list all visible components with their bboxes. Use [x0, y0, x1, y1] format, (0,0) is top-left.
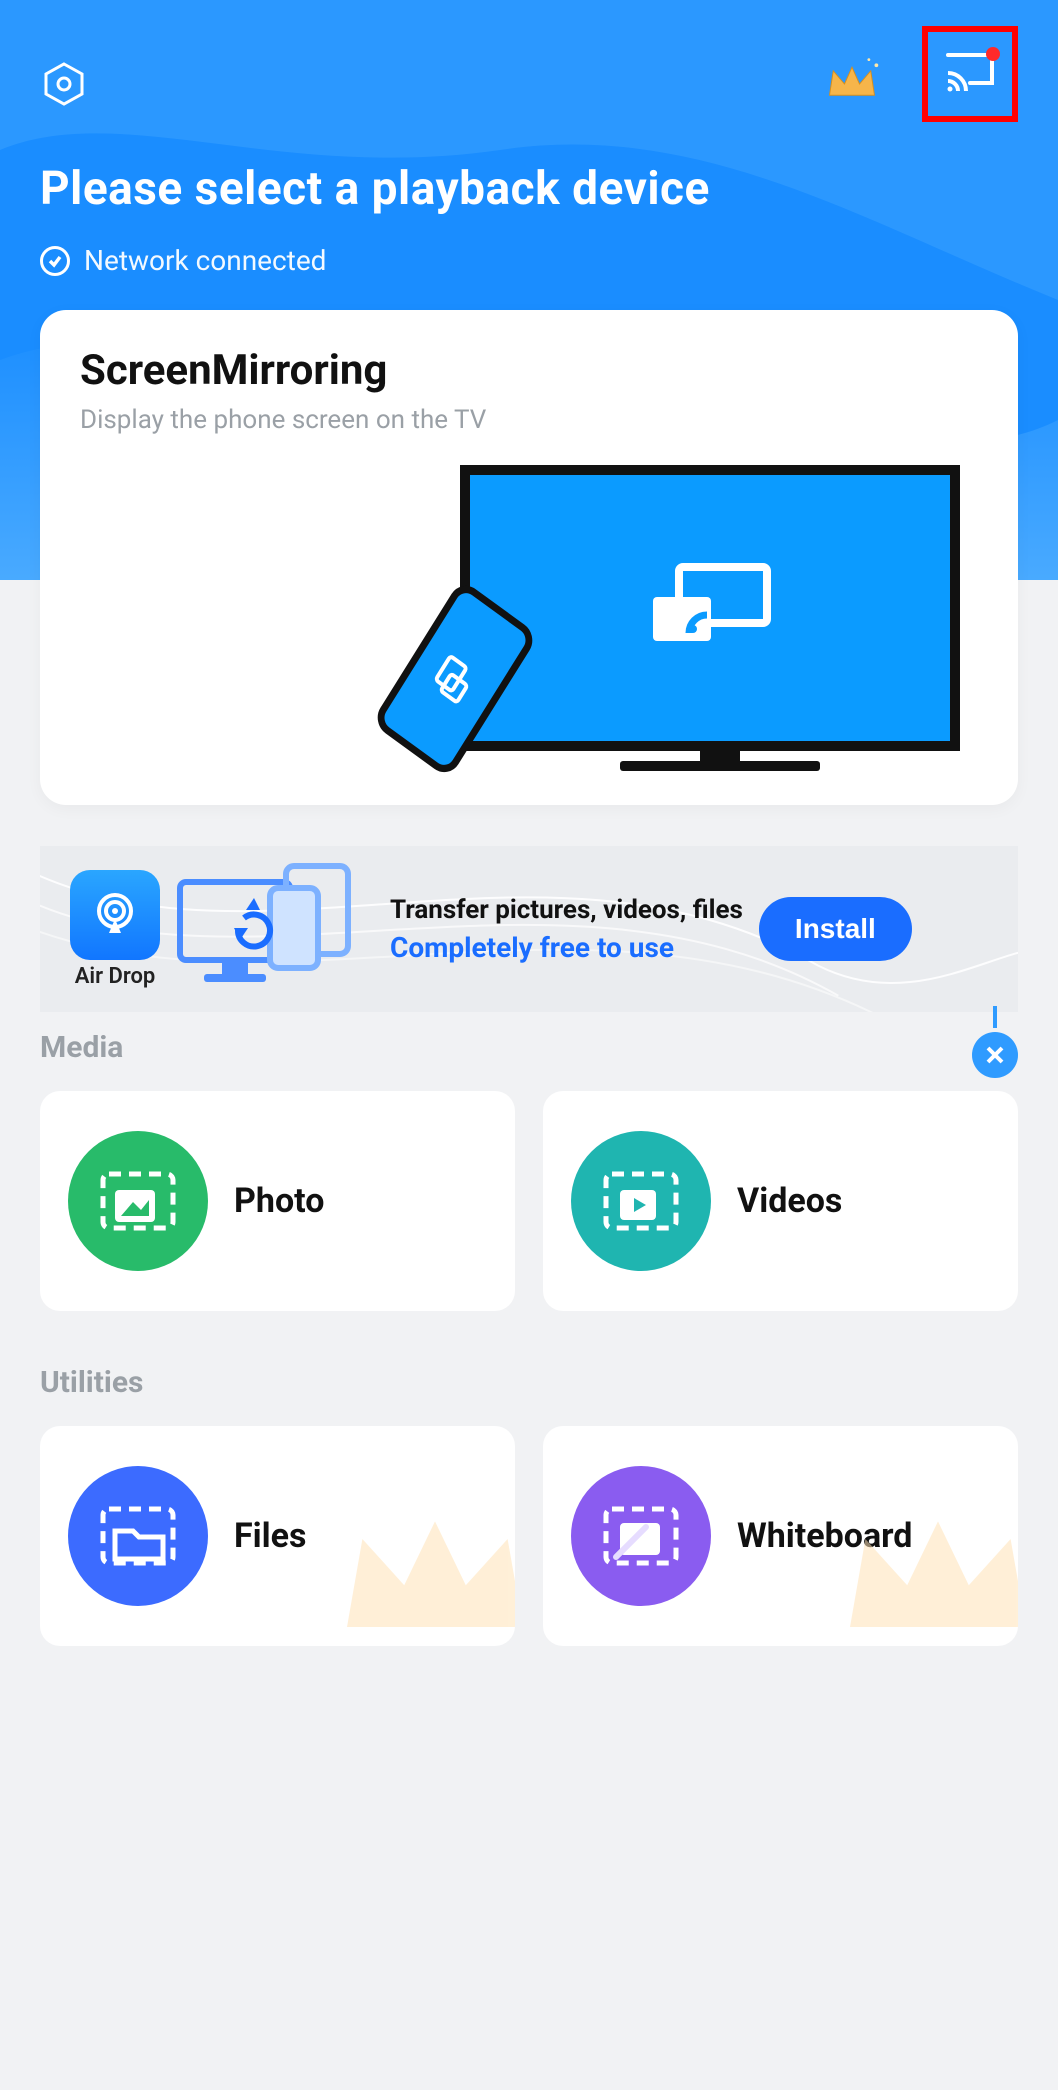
promo-line1: Transfer pictures, videos, files: [390, 895, 743, 925]
videos-label: Videos: [737, 1181, 842, 1221]
media-section-title: Media: [40, 1030, 1018, 1065]
whiteboard-tile[interactable]: Whiteboard: [543, 1426, 1018, 1646]
page-title: Please select a playback device: [40, 162, 1018, 216]
media-grid: Photo Videos: [40, 1091, 1018, 1311]
files-tile[interactable]: Files: [40, 1426, 515, 1646]
whiteboard-label: Whiteboard: [737, 1516, 912, 1556]
install-button[interactable]: Install: [759, 897, 912, 961]
photo-icon: [68, 1131, 208, 1271]
promo-line2: Completely free to use: [390, 931, 743, 964]
notification-dot: [986, 47, 1000, 61]
screen-mirroring-subtitle: Display the phone screen on the TV: [80, 405, 978, 435]
settings-icon[interactable]: [40, 60, 88, 112]
check-circle-icon: [40, 246, 70, 276]
crown-watermark: [325, 1462, 515, 1646]
whiteboard-icon: [571, 1466, 711, 1606]
cast-icon[interactable]: [944, 51, 996, 97]
airdrop-app: Air Drop: [56, 870, 174, 989]
utilities-section-title: Utilities: [40, 1365, 1018, 1400]
airdrop-promo-banner[interactable]: Air Drop Transfer pictures, videos, file…: [40, 846, 1018, 1012]
utilities-grid: Files Whiteboard: [40, 1426, 1018, 1646]
tv-graphic: [460, 465, 960, 751]
airdrop-label: Air Drop: [75, 964, 156, 989]
files-icon: [68, 1466, 208, 1606]
mirroring-illustration: [80, 445, 978, 785]
files-label: Files: [234, 1516, 306, 1556]
tv-cast-icon: [645, 561, 775, 655]
videos-icon: [571, 1131, 711, 1271]
videos-tile[interactable]: Videos: [543, 1091, 1018, 1311]
crown-icon[interactable]: [822, 54, 882, 118]
photo-label: Photo: [234, 1181, 324, 1221]
devices-icon: [174, 862, 384, 996]
content-area: Media Photo Videos Utilities: [40, 1030, 1018, 1646]
network-status-row: Network connected: [40, 244, 1018, 277]
cast-button-highlight: [922, 26, 1018, 122]
network-status-text: Network connected: [84, 244, 326, 277]
photo-tile[interactable]: Photo: [40, 1091, 515, 1311]
promo-text: Transfer pictures, videos, files Complet…: [390, 895, 743, 964]
screen-mirroring-card[interactable]: ScreenMirroring Display the phone screen…: [40, 310, 1018, 805]
close-promo-button[interactable]: [972, 1032, 1018, 1078]
airdrop-icon: [70, 870, 160, 960]
screen-mirroring-title: ScreenMirroring: [80, 346, 978, 395]
top-bar: [0, 0, 1058, 122]
